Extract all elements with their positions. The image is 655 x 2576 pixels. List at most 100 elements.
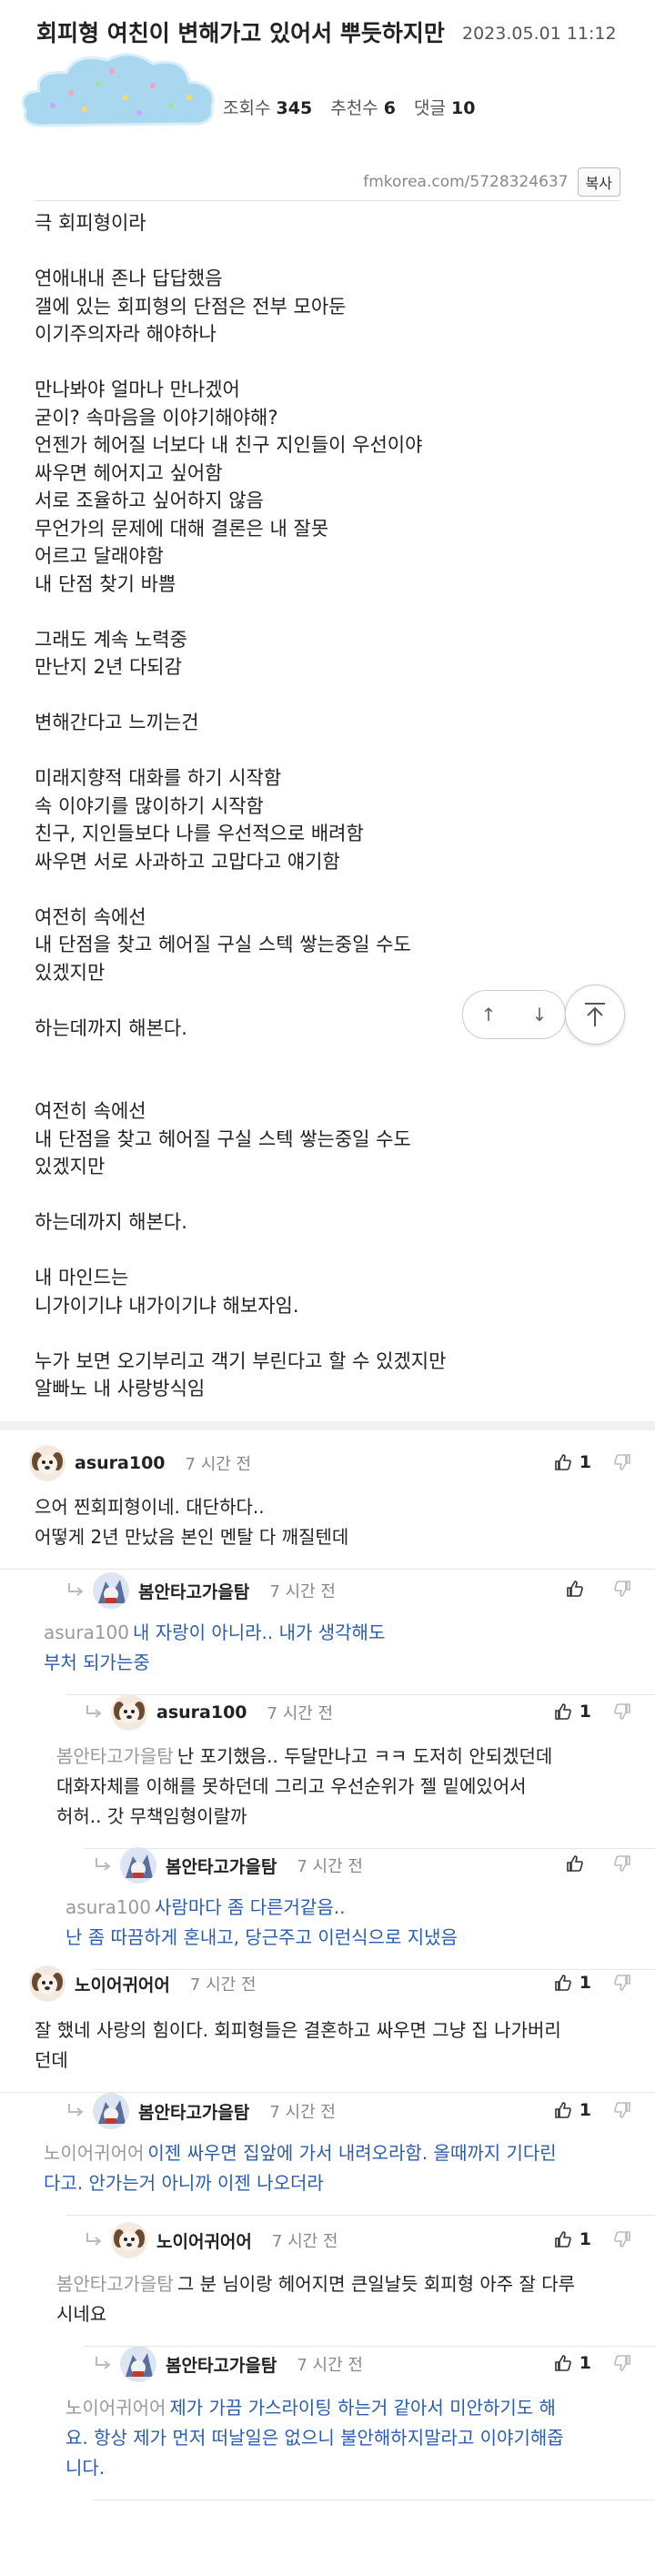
comment-author[interactable]: asura100 [75,1453,166,1473]
avatar[interactable] [111,1694,147,1731]
arrow-up-icon[interactable]: ↑ [481,1004,497,1025]
downvote-button[interactable] [613,1702,631,1721]
copy-button[interactable]: 복사 [577,167,620,197]
thumbs-down-icon [614,1975,630,1991]
avatar[interactable] [111,2222,147,2258]
likes-label: 추천수 [330,98,378,118]
body-line: 속 이야기를 많이하기 시작함 [35,794,264,817]
downvote-button[interactable] [613,1453,631,1471]
avatar[interactable] [29,1965,66,2002]
upvote-button[interactable] [566,1580,591,1598]
comment-line-text: 사람마다 좀 다른거같음.. [155,1896,346,1918]
avatar[interactable] [29,1445,66,1481]
downvote-button[interactable] [613,1974,631,1992]
comment-author[interactable]: 봄안타고가을탐 [166,1854,277,1878]
body-line: 있겠지만 [35,961,106,984]
comment-line: 요. 항상 제가 먼저 떠날일은 없으니 불안해하지말라고 이야기해줍 [66,2423,591,2453]
body-line: 친구, 지인들보다 나를 우선적으로 배려함 [35,823,364,844]
body-line: 내 마인드는 [35,1267,129,1288]
comment-header: asura100 7 시간 전 [29,1445,251,1481]
mention-user[interactable]: 봄안타고가을탐 [56,1745,174,1767]
body-line: 이기주의자라 해야하나 [35,323,217,345]
comment-votes: 1 [554,2353,631,2373]
downvote-button[interactable] [613,1580,631,1598]
body-line: 내 단점을 찾고 헤어질 구실 스텍 쌓는중일 수도 [35,1127,411,1150]
comment-line-text: 던데 [35,2049,68,2071]
body-line: 갤에 있는 회피형의 단점은 전부 모아둔 [35,295,347,318]
divider [35,200,620,201]
thumbs-up-icon [554,2231,571,2248]
comment-line-text: 이젠 싸우면 집앞에 가서 내려오라함. 올때까지 기다린 [147,2142,557,2164]
comment-author[interactable]: 노이어귀어어 [75,1972,170,1996]
comment-author[interactable]: 노이어귀어어 [156,2228,252,2253]
avatar[interactable] [120,1847,156,1884]
comment-header: 노이어귀어어 7 시간 전 [29,1965,256,2002]
upvote-button[interactable]: 1 [554,1702,591,1722]
comment-text: 봄안타고가을탐 그 분 님이랑 헤어지면 큰일날듯 회피형 아주 잘 다루 시네요 [56,2269,591,2329]
comment-line: 노이어귀어어 이젠 싸우면 집앞에 가서 내려오라함. 올때까지 기다린 [44,2138,591,2168]
downvote-button[interactable] [613,2101,631,2119]
mention-user[interactable]: 봄안타고가을탐 [56,2273,174,2295]
comment-line: 봄안타고가을탐 난 포기했음.. 두달만나고 ㅋㅋ 도저히 안되겠던데 [56,1742,591,1772]
body-line: 굳이? 속마음을 이야기해야해? [35,406,278,429]
comment-time: 7 시간 전 [189,1975,257,1995]
post-url[interactable]: fmkorea.com/5728324637 [363,173,568,191]
comment-line-text: 부처 되가는중 [44,1652,150,1673]
comment-author[interactable]: 봄안타고가을탐 [166,2352,277,2377]
upvote-button[interactable]: 1 [554,2229,591,2249]
mention-user[interactable]: asura100 [44,1621,129,1643]
views-label: 조회수 [223,98,271,118]
post-header: 회피형 여친이 변해가고 있어서 뿌듯하지만 2023.05.01 11:12 … [0,0,655,136]
post-stats: 조회수 345 추천수 6 댓글 10 [223,95,488,119]
avatar[interactable] [93,2093,129,2129]
comment-author[interactable]: asura100 [156,1702,247,1722]
arrow-down-icon[interactable]: ↓ [532,1004,548,1025]
upvote-button[interactable]: 1 [554,2100,591,2120]
mention-user[interactable]: asura100 [66,1896,151,1918]
avatar[interactable] [120,2346,156,2382]
comment-line: asura100 사람마다 좀 다른거같음.. [66,1893,591,1923]
comment-author[interactable]: 봄안타고가을탐 [138,1579,249,1603]
comment-line: 니다. [66,2453,591,2483]
upvote-button[interactable]: 1 [554,1973,591,1993]
upvote-button[interactable]: 1 [554,1452,591,1472]
comment-line-text: 제가 가끔 가스라이팅 하는거 같아서 미안하기도 해 [169,2397,556,2419]
to-top-icon [585,1003,605,1026]
upvote-button[interactable]: 1 [554,2353,591,2373]
thumbs-down-icon [614,1855,630,1872]
comment-author[interactable]: 봄안타고가을탐 [138,2099,249,2124]
comment-line: 난 좀 따끔하게 혼내고, 당근주고 이런식으로 지냈음 [66,1923,591,1953]
avatar[interactable] [93,1572,129,1609]
body-line: 만나봐야 얼마나 만나겠어 [35,379,240,400]
scroll-top-button[interactable] [565,985,625,1045]
body-line [35,1237,617,1265]
body-line: 어르고 달래야함 [35,545,164,567]
comment-line: 으어 찐회피형이네. 대단하다.. [35,1492,591,1522]
thumbs-up-icon [554,2102,571,2118]
comment-text: 잘 했네 사랑의 힘이다. 회피형들은 결혼하고 싸우면 그냥 집 나가버리 던데 [35,2015,591,2076]
floating-nav: ↑ ↓ [462,985,626,1052]
downvote-button[interactable] [613,1854,631,1873]
body-line: 하는데까지 해본다. [35,1211,187,1233]
comment-line-text: 다고. 안가는거 아니까 이젠 나오더라 [44,2172,324,2194]
body-line: 내 단점을 찾고 헤어질 구실 스텍 쌓는중일 수도 [35,934,411,955]
mention-user[interactable]: 노이어귀어어 [44,2142,144,2164]
body-line: 미래지향적 대화를 하기 시작함 [35,767,282,789]
downvote-button[interactable] [613,2354,631,2372]
comment-line-text: 시네요 [56,2303,107,2325]
comment-line: asura100 내 자랑이 아니라.. 내가 생각해도 [44,1618,591,1648]
comment-time: 7 시간 전 [185,1455,252,1474]
downvote-button[interactable] [613,2230,631,2248]
body-line: 누가 보면 오기부리고 객기 부린다고 할 수 있겠지만 [35,1349,447,1372]
upvote-button[interactable] [566,1854,591,1873]
comment-votes: 1 [554,2100,631,2120]
body-line: 그래도 계속 노력중 [35,628,187,651]
body-line: 니가이기냐 내가이기냐 해보자임. [35,1294,299,1317]
comment-header: 봄안타고가을탐 7 시간 전 [66,2093,336,2129]
body-line: 만난지 2년 다되감 [35,656,182,678]
post-body: 극 회피형이라 연애내내 존나 답답했음 갤에 있는 회피형의 단점은 전부 모아둔… [35,209,617,1403]
thumbs-up-icon [567,1855,583,1872]
comment-votes [566,1580,631,1598]
comment-line-text: 대화자체를 이해를 못하던데 그리고 우선순위가 젤 밑에있어서 [56,1775,527,1797]
mention-user[interactable]: 노이어귀어어 [66,2397,166,2419]
